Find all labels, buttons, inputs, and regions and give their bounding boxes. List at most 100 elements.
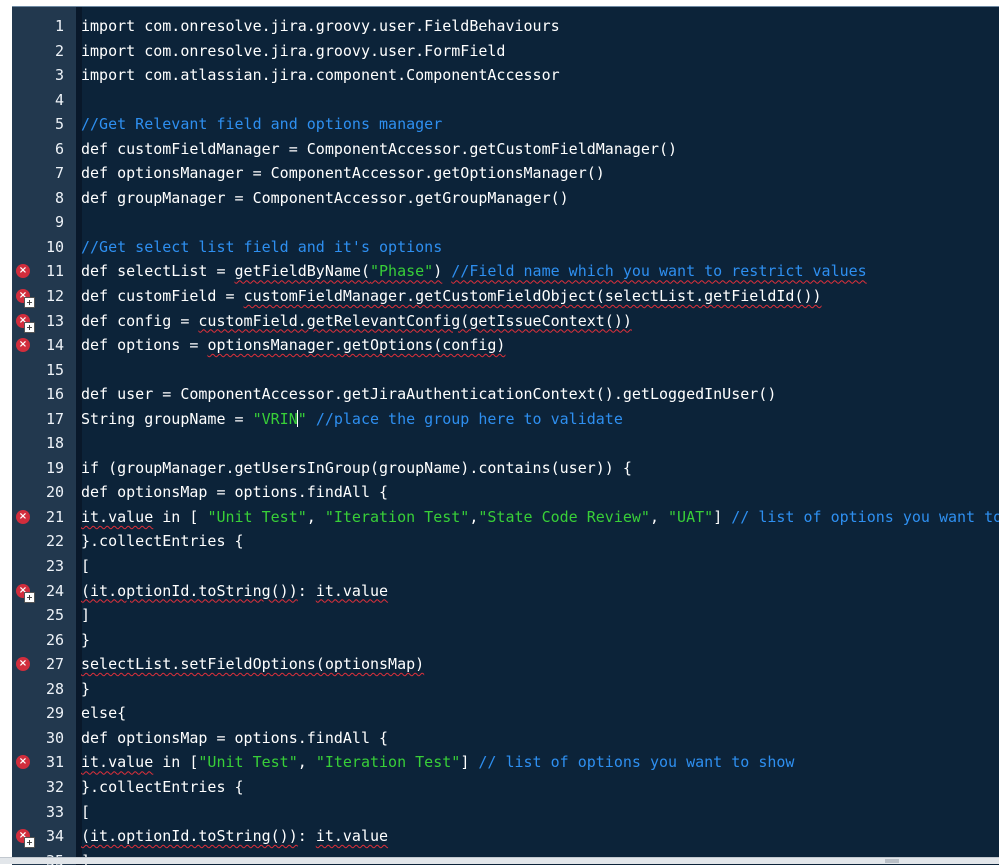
code-line[interactable]: 6def customFieldManager = ComponentAcces… [12, 137, 999, 162]
error-quickfix-icon[interactable]: ×+ [16, 289, 30, 303]
code-line[interactable]: ×31it.value in ["Unit Test", "Iteration … [12, 750, 999, 775]
error-icon[interactable]: × [16, 338, 30, 352]
error-quickfix-icon[interactable]: ×+ [16, 584, 30, 598]
code-line[interactable]: ×27selectList.setFieldOptions(optionsMap… [12, 652, 999, 677]
code-token: def [81, 483, 108, 501]
code-lines[interactable]: 1import com.onresolve.jira.groovy.user.F… [12, 14, 999, 865]
line-number: 11 [36, 259, 64, 284]
code-line[interactable]: 23[ [12, 554, 999, 579]
code-token-error: //Field name which you want to restrict … [451, 262, 866, 280]
error-icon[interactable]: × [16, 510, 30, 524]
line-number: 26 [36, 628, 64, 653]
code-text[interactable]: } [81, 628, 90, 653]
code-token: , [650, 508, 668, 526]
code-token: [ [180, 753, 198, 771]
code-text[interactable]: def selectList = getFieldByName("Phase")… [81, 259, 867, 284]
quickfix-plus-icon: + [24, 592, 35, 603]
error-icon[interactable]: × [16, 755, 30, 769]
code-text[interactable]: } [81, 677, 90, 702]
code-text[interactable]: def optionsMap = options.findAll { [81, 726, 388, 751]
line-number: 17 [36, 407, 64, 432]
code-line[interactable]: ×+12def customField = customFieldManager… [12, 284, 999, 309]
code-text[interactable]: [ [81, 554, 90, 579]
code-token: ] [460, 753, 478, 771]
code-line[interactable]: ×+34(it.optionId.toString()): it.value [12, 824, 999, 849]
code-line[interactable]: 32}.collectEntries { [12, 775, 999, 800]
code-line[interactable]: 28} [12, 677, 999, 702]
code-text[interactable]: else{ [81, 701, 126, 726]
code-line[interactable]: 25] [12, 603, 999, 628]
code-text[interactable]: def config = customField.getRelevantConf… [81, 309, 632, 334]
code-token: import [81, 17, 135, 35]
code-text[interactable]: selectList.setFieldOptions(optionsMap) [81, 652, 424, 677]
code-text[interactable]: ] [81, 603, 90, 628]
line-number: 2 [36, 39, 64, 64]
code-token: } [81, 680, 90, 698]
error-quickfix-icon[interactable]: ×+ [16, 829, 30, 843]
code-line[interactable]: 26} [12, 628, 999, 653]
code-token: def [81, 189, 108, 207]
code-line[interactable]: × 11 def selectList = getFieldByName("Phas… [12, 259, 999, 284]
line-number: 7 [36, 161, 64, 186]
code-text[interactable]: import com.atlassian.jira.component.Comp… [81, 63, 560, 88]
code-text[interactable]: }.collectEntries { [81, 529, 244, 554]
code-line[interactable]: 15 [12, 358, 999, 383]
code-line[interactable]: 33[ [12, 800, 999, 825]
code-line[interactable]: × 21 it.value in [ "Unit Test", "Iteration… [12, 505, 999, 530]
scrollbar-thumb[interactable] [885, 859, 899, 863]
code-line[interactable]: 29else{ [12, 701, 999, 726]
code-line[interactable]: 1import com.onresolve.jira.groovy.user.F… [12, 14, 999, 39]
code-text[interactable]: (it.optionId.toString()): it.value [81, 824, 388, 849]
code-line[interactable]: 5//Get Relevant field and options manage… [12, 112, 999, 137]
code-text[interactable]: def optionsManager = ComponentAccessor.g… [81, 161, 605, 186]
code-text[interactable]: [ [81, 800, 90, 825]
horizontal-scrollbar[interactable] [0, 857, 999, 864]
line-number: 10 [36, 235, 64, 260]
line-number: 21 [36, 505, 64, 530]
code-line[interactable]: 17 String groupName = "VRIN" //place the … [12, 407, 999, 432]
code-line[interactable]: 20def optionsMap = options.findAll { [12, 480, 999, 505]
error-icon[interactable]: × [16, 264, 30, 278]
code-text[interactable]: if (groupManager.getUsersInGroup(groupNa… [81, 456, 632, 481]
code-text[interactable]: import com.onresolve.jira.groovy.user.Fi… [81, 14, 560, 39]
code-text[interactable]: it.value in [ "Unit Test", "Iteration Te… [81, 505, 999, 530]
code-editor[interactable]: 1import com.onresolve.jira.groovy.user.F… [12, 6, 999, 865]
code-text[interactable]: //Get Relevant field and options manager [81, 112, 442, 137]
code-text[interactable]: def groupManager = ComponentAccessor.get… [81, 186, 569, 211]
code-text[interactable]: def options = optionsManager.getOptions(… [81, 333, 505, 358]
code-line[interactable]: 7 def optionsManager = ComponentAccessor.… [12, 161, 999, 186]
code-line[interactable]: 3import com.atlassian.jira.component.Com… [12, 63, 999, 88]
line-number: 8 [36, 186, 64, 211]
code-text[interactable]: (it.optionId.toString()): it.value [81, 579, 388, 604]
code-line[interactable]: 30def optionsMap = options.findAll { [12, 726, 999, 751]
code-line[interactable]: 22}.collectEntries { [12, 529, 999, 554]
line-number: 24 [36, 579, 64, 604]
code-line[interactable]: 10 //Get select list field and it's optio… [12, 235, 999, 260]
code-text[interactable]: }.collectEntries { [81, 775, 244, 800]
code-text[interactable]: def customField = customFieldManager.get… [81, 284, 822, 309]
error-icon[interactable]: × [16, 657, 30, 671]
code-line[interactable]: ×+13def config = customField.getRelevant… [12, 309, 999, 334]
code-text[interactable]: def customFieldManager = ComponentAccess… [81, 137, 677, 162]
code-token: com.onresolve.jira.groovy.user.FieldBeha… [135, 17, 559, 35]
code-line[interactable]: 9 [12, 210, 999, 235]
code-text[interactable]: it.value in ["Unit Test", "Iteration Tes… [81, 750, 794, 775]
code-line[interactable]: 19if (groupManager.getUsersInGroup(group… [12, 456, 999, 481]
code-line[interactable]: 16def user = ComponentAccessor.getJiraAu… [12, 382, 999, 407]
code-text[interactable]: import com.onresolve.jira.groovy.user.Fo… [81, 39, 505, 64]
error-quickfix-icon[interactable]: ×+ [16, 314, 30, 328]
code-token-error: customField.getRelevantConfig(getIssueCo… [198, 312, 631, 330]
line-number: 25 [36, 603, 64, 628]
code-text[interactable]: //Get select list field and it's options [81, 235, 442, 260]
code-text[interactable]: def user = ComponentAccessor.getJiraAuth… [81, 382, 776, 407]
code-line[interactable]: ×+ 24 (it.optionId.toString()): it.value [12, 579, 999, 604]
code-text[interactable]: String groupName = "VRIN" //place the gr… [81, 407, 623, 432]
code-token: optionsManager = ComponentAccessor.getOp… [108, 164, 605, 182]
code-line[interactable]: 8 def groupManager = ComponentAccessor.ge… [12, 186, 999, 211]
code-text[interactable]: def optionsMap = options.findAll { [81, 480, 388, 505]
code-line[interactable]: 18 [12, 431, 999, 456]
code-line[interactable]: 2 import com.onresolve.jira.groovy.user.F… [12, 39, 999, 64]
code-token: [ [81, 803, 90, 821]
code-line[interactable]: 4 [12, 88, 999, 113]
code-line[interactable]: ×14def options = optionsManager.getOptio… [12, 333, 999, 358]
